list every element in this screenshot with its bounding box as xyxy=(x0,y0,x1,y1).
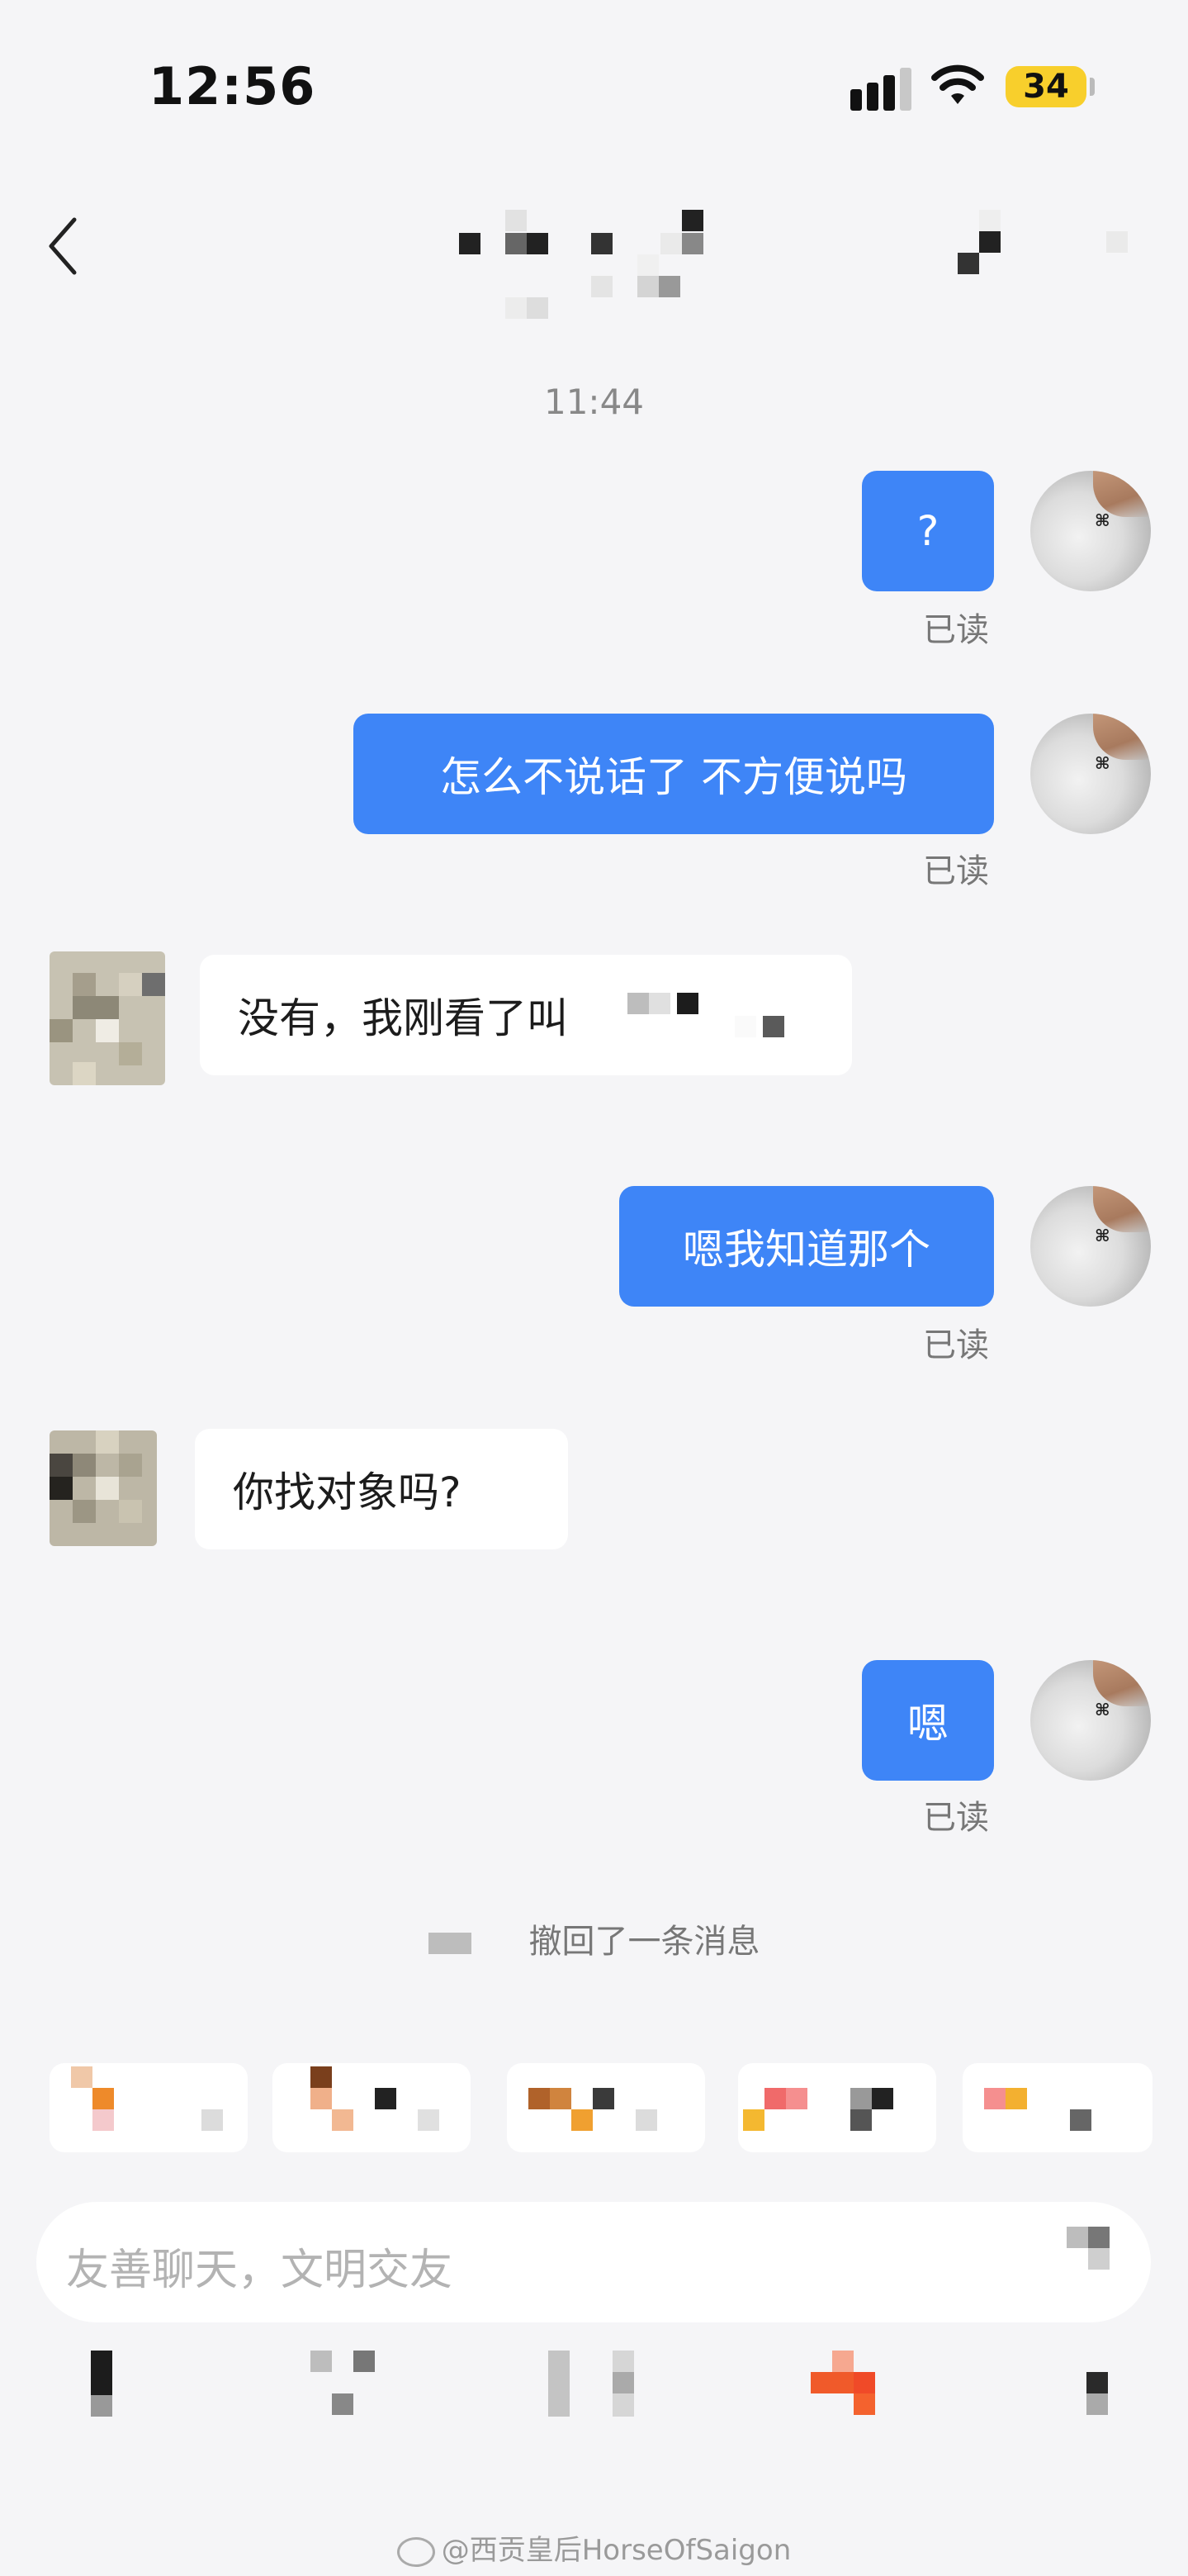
message-text: 你找对象吗? xyxy=(233,1468,461,1516)
toolbar-camera-pixelated[interactable] xyxy=(548,2351,639,2420)
battery-cap xyxy=(1090,78,1095,96)
toolbar-image-pixelated[interactable] xyxy=(310,2351,376,2420)
message-text: 怎么不说话了 不方便说吗 xyxy=(440,753,907,801)
message-text: ? xyxy=(916,507,940,555)
wifi-icon xyxy=(931,64,984,104)
contact-avatar-pixelated[interactable] xyxy=(50,951,165,1085)
read-receipt: 已读 xyxy=(923,1326,989,1364)
my-avatar[interactable]: ⌘ xyxy=(1030,714,1151,834)
chat-timestamp: 11:44 xyxy=(543,382,645,422)
outgoing-message[interactable]: 怎么不说话了 不方便说吗 xyxy=(353,714,994,834)
read-receipt: 已读 xyxy=(923,852,989,890)
outgoing-message[interactable]: 嗯我知道那个 xyxy=(619,1186,994,1307)
recall-notice: 撤回了一条消息 xyxy=(0,1914,1188,1962)
message-text: 没有，我刚看了叫 xyxy=(238,994,568,1042)
back-icon[interactable] xyxy=(46,216,79,276)
read-receipt: 已读 xyxy=(923,1799,989,1837)
my-avatar[interactable]: ⌘ xyxy=(1030,1186,1151,1307)
status-time: 12:56 xyxy=(149,56,316,116)
my-avatar[interactable]: ⌘ xyxy=(1030,471,1151,591)
weibo-icon xyxy=(396,2536,435,2567)
battery-icon: 34 xyxy=(1006,66,1086,107)
redacted-text-pixelated xyxy=(611,975,809,1065)
emoji-button-pixelated[interactable] xyxy=(1045,2213,1124,2293)
message-input-placeholder: 友善聊天，文明交友 xyxy=(66,2246,453,2295)
toolbar-voice-pixelated[interactable] xyxy=(91,2351,116,2420)
quick-reply-strip[interactable] xyxy=(50,2063,1156,2162)
read-receipt: 已读 xyxy=(923,611,989,649)
my-avatar[interactable]: ⌘ xyxy=(1030,1660,1151,1781)
toolbar-more-pixelated[interactable] xyxy=(1065,2351,1115,2420)
header-action-pixelated[interactable] xyxy=(958,210,1139,284)
message-text: 嗯我知道那个 xyxy=(683,1226,930,1274)
redacted-name-pixelated xyxy=(428,1933,471,1954)
message-text: 嗯 xyxy=(907,1700,949,1748)
outgoing-message[interactable]: 嗯 xyxy=(862,1660,994,1781)
toolbar-gift-pixelated[interactable] xyxy=(811,2351,877,2420)
contact-name-pixelated xyxy=(459,208,731,324)
incoming-message[interactable]: 你找对象吗? xyxy=(195,1429,568,1549)
contact-avatar-pixelated[interactable] xyxy=(50,1430,165,1564)
watermark: @西贡皇后HorseOfSaigon xyxy=(0,2527,1188,2568)
outgoing-message[interactable]: ? xyxy=(862,471,994,591)
signal-icon xyxy=(850,68,911,111)
